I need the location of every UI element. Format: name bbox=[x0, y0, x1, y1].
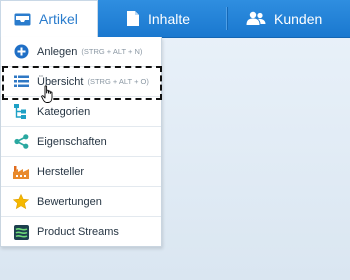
main-navigation: Artikel Inhalte Kunden bbox=[0, 0, 350, 38]
artikel-dropdown-menu: Anlegen (STRG + ALT + N) Übersicht (STRG… bbox=[0, 37, 162, 247]
document-icon bbox=[126, 10, 140, 27]
hand-cursor-icon bbox=[41, 85, 55, 109]
menu-item-label: Anlegen bbox=[37, 45, 78, 58]
tree-icon bbox=[13, 104, 29, 120]
tab-kunden-label: Kunden bbox=[274, 10, 323, 27]
menu-item-anlegen[interactable]: Anlegen (STRG + ALT + N) bbox=[1, 37, 161, 67]
menu-item-bewertungen[interactable]: Bewertungen bbox=[1, 187, 161, 217]
plus-circle-icon bbox=[13, 44, 29, 60]
menu-item-hersteller[interactable]: Hersteller bbox=[1, 157, 161, 187]
menu-item-label: Hersteller bbox=[37, 165, 85, 178]
menu-item-label: Eigenschaften bbox=[37, 135, 107, 148]
factory-icon bbox=[13, 164, 29, 180]
tab-inhalte[interactable]: Inhalte bbox=[126, 0, 190, 37]
streams-icon bbox=[13, 224, 29, 240]
tab-inhalte-label: Inhalte bbox=[148, 10, 191, 27]
menu-item-uebersicht[interactable]: Übersicht (STRG + ALT + O) bbox=[1, 67, 161, 97]
menu-item-eigenschaften[interactable]: Eigenschaften bbox=[1, 127, 161, 157]
menu-item-shortcut: (STRG + ALT + O) bbox=[87, 77, 149, 86]
menu-item-label: Bewertungen bbox=[37, 195, 102, 208]
tab-artikel[interactable]: Artikel bbox=[0, 0, 98, 38]
tab-kunden[interactable]: Kunden bbox=[246, 0, 322, 37]
list-icon bbox=[13, 74, 29, 90]
share-icon bbox=[13, 134, 29, 150]
tab-artikel-label: Artikel bbox=[39, 11, 78, 27]
users-icon bbox=[246, 11, 266, 26]
menu-item-label: Product Streams bbox=[37, 226, 119, 238]
inbox-icon bbox=[14, 13, 31, 26]
star-icon bbox=[13, 194, 29, 210]
menu-item-shortcut: (STRG + ALT + N) bbox=[81, 47, 143, 56]
menu-item-kategorien[interactable]: Kategorien bbox=[1, 97, 161, 127]
menu-item-product-streams[interactable]: Product Streams bbox=[1, 217, 161, 247]
nav-separator bbox=[226, 7, 228, 30]
